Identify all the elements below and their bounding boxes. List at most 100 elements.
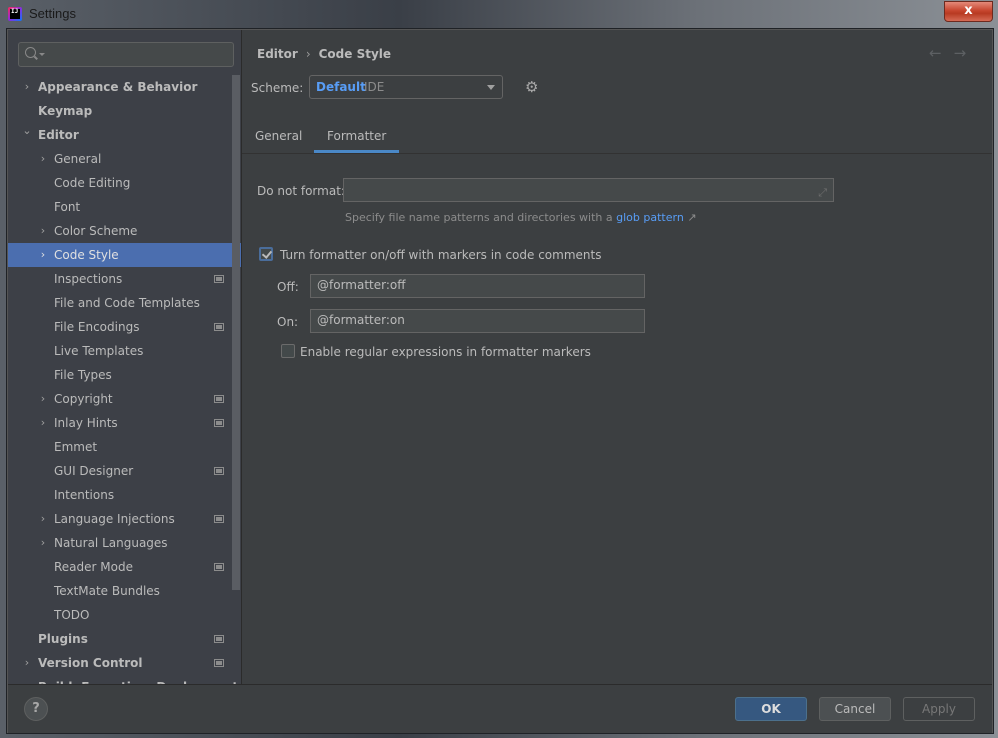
sidebar-item-label: Appearance & Behavior: [38, 80, 198, 94]
sidebar-item-label: Inlay Hints: [54, 416, 118, 430]
formatter-off-input[interactable]: @formatter:off: [310, 274, 645, 298]
project-level-icon: [214, 275, 224, 283]
chevron-right-icon[interactable]: ›: [38, 411, 48, 435]
chevron-right-icon[interactable]: ›: [38, 147, 48, 171]
settings-dialog: › Appearance & Behavior Keymap ⌄ Editor › Gene…: [6, 28, 994, 734]
sidebar-item-reader-mode[interactable]: Reader Mode: [8, 555, 241, 579]
glob-hint: Specify file name patterns and directori…: [345, 211, 697, 224]
sidebar-item-label: GUI Designer: [54, 464, 134, 478]
formatter-on-input[interactable]: @formatter:on: [310, 309, 645, 333]
breadcrumb-separator-icon: ›: [305, 47, 311, 61]
sidebar-item-emmet[interactable]: Emmet: [8, 435, 241, 459]
settings-search-input[interactable]: [18, 42, 234, 67]
search-options-caret-icon[interactable]: [39, 53, 45, 56]
tab-formatter[interactable]: Formatter: [314, 129, 400, 153]
sidebar-item-font[interactable]: Font: [8, 195, 241, 219]
sidebar-item-todo[interactable]: TODO: [8, 603, 241, 627]
sidebar-item-label: General: [54, 152, 102, 166]
project-level-icon: [214, 515, 224, 523]
tab-bar: General Formatter: [242, 123, 992, 154]
glob-pattern-link[interactable]: glob pattern: [616, 211, 684, 224]
do-not-format-label: Do not format:: [257, 184, 345, 198]
gear-icon[interactable]: ⚙: [525, 80, 538, 95]
sidebar-item-label: File Encodings: [54, 320, 140, 334]
chevron-right-icon[interactable]: ›: [22, 651, 32, 675]
sidebar-item-label: Language Injections: [54, 512, 175, 526]
regex-checkbox[interactable]: [281, 344, 295, 358]
sidebar-item-file-encodings[interactable]: File Encodings: [8, 315, 241, 339]
project-level-icon: [214, 419, 224, 427]
sidebar-item-code-style[interactable]: › Code Style: [8, 243, 241, 267]
apply-button[interactable]: Apply: [903, 697, 975, 721]
project-level-icon: [214, 467, 224, 475]
scheme-sub: IDE: [364, 80, 385, 94]
sidebar-item-copyright[interactable]: › Copyright: [8, 387, 241, 411]
sidebar-item-keymap[interactable]: Keymap: [8, 99, 241, 123]
chevron-right-icon[interactable]: ›: [38, 507, 48, 531]
sidebar-item-label: Intentions: [54, 488, 115, 502]
markers-checkbox-label[interactable]: Turn formatter on/off with markers in co…: [280, 248, 601, 262]
sidebar-item-inlay-hints[interactable]: › Inlay Hints: [8, 411, 241, 435]
sidebar-item-live-templates[interactable]: Live Templates: [8, 339, 241, 363]
dialog-footer: ? OK Cancel Apply: [8, 684, 992, 733]
chevron-right-icon[interactable]: ›: [38, 243, 48, 267]
sidebar-item-inspections[interactable]: Inspections: [8, 267, 241, 291]
chevron-right-icon[interactable]: ›: [22, 75, 32, 99]
cancel-button[interactable]: Cancel: [819, 697, 891, 721]
chevron-right-icon[interactable]: ›: [38, 387, 48, 411]
do-not-format-input[interactable]: ⤢: [343, 178, 834, 202]
sidebar-item-textmate-bundles[interactable]: TextMate Bundles: [8, 579, 241, 603]
sidebar-item-natural-languages[interactable]: › Natural Languages: [8, 531, 241, 555]
back-arrow-icon[interactable]: ←: [929, 44, 942, 62]
project-level-icon: [214, 395, 224, 403]
sidebar-item-code-editing[interactable]: Code Editing: [8, 171, 241, 195]
sidebar-item-label: Inspections: [54, 272, 123, 286]
sidebar-item-label: Code Editing: [54, 176, 131, 190]
regex-checkbox-label[interactable]: Enable regular expressions in formatter …: [300, 345, 591, 359]
chevron-down-icon[interactable]: ⌄: [22, 119, 32, 143]
app-icon: IJ: [8, 7, 22, 21]
sidebar-item-plugins[interactable]: Plugins: [8, 627, 241, 651]
sidebar-item-label: Keymap: [38, 104, 93, 118]
sidebar-item-label: File and Code Templates: [54, 296, 200, 310]
ok-button[interactable]: OK: [735, 697, 807, 721]
expand-icon[interactable]: ⤢: [818, 183, 827, 203]
sidebar-item-label: Color Scheme: [54, 224, 138, 238]
tab-general[interactable]: General: [255, 129, 302, 153]
scheme-dropdown[interactable]: Default IDE: [309, 75, 503, 99]
sidebar-item-file-types[interactable]: File Types: [8, 363, 241, 387]
sidebar-item-general[interactable]: › General: [8, 147, 241, 171]
sidebar-item-label: Version Control: [38, 656, 143, 670]
chevron-right-icon[interactable]: ›: [38, 531, 48, 555]
sidebar-item-label: Plugins: [38, 632, 88, 646]
search-icon: [25, 47, 36, 58]
breadcrumb-parent[interactable]: Editor: [257, 47, 298, 61]
sidebar-item-editor[interactable]: ⌄ Editor: [8, 123, 241, 147]
navigation-arrows: ← →: [929, 44, 978, 62]
sidebar-item-intentions[interactable]: Intentions: [8, 483, 241, 507]
sidebar-item-label: File Types: [54, 368, 112, 382]
sidebar-item-build-execution-deployment[interactable]: › Build, Execution, Deployment: [8, 675, 241, 684]
forward-arrow-icon[interactable]: →: [954, 44, 967, 62]
sidebar-item-label: TextMate Bundles: [54, 584, 160, 598]
markers-checkbox[interactable]: [259, 247, 273, 261]
sidebar-item-appearance-behavior[interactable]: › Appearance & Behavior: [8, 75, 241, 99]
sidebar-item-version-control[interactable]: › Version Control: [8, 651, 241, 675]
sidebar-item-label: Build, Execution, Deployment: [38, 675, 238, 684]
chevron-right-icon[interactable]: ›: [22, 675, 32, 684]
sidebar-item-label: Natural Languages: [54, 536, 168, 550]
sidebar-scrollbar[interactable]: [232, 75, 240, 590]
sidebar-item-file-and-code-templates[interactable]: File and Code Templates: [8, 291, 241, 315]
external-link-icon: ↗: [687, 211, 697, 224]
help-button[interactable]: ?: [24, 697, 48, 721]
title-bar: IJ Settings x: [0, 0, 998, 28]
sidebar-item-gui-designer[interactable]: GUI Designer: [8, 459, 241, 483]
close-window-button[interactable]: x: [944, 1, 993, 22]
sidebar-item-label: Editor: [38, 128, 79, 142]
sidebar-item-color-scheme[interactable]: › Color Scheme: [8, 219, 241, 243]
chevron-right-icon[interactable]: ›: [38, 219, 48, 243]
sidebar-item-label: Font: [54, 200, 81, 214]
project-level-icon: [214, 659, 224, 667]
breadcrumb-current: Code Style: [318, 47, 392, 61]
sidebar-item-language-injections[interactable]: › Language Injections: [8, 507, 241, 531]
